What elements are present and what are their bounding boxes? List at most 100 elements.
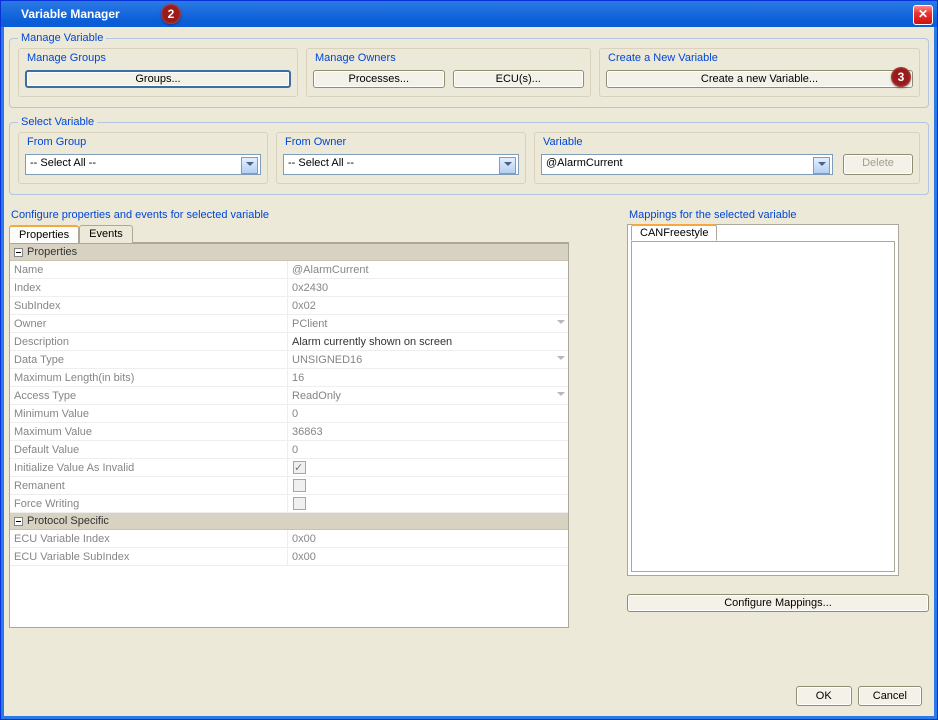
property-key: Remanent	[10, 477, 288, 494]
property-row: Index0x2430	[10, 279, 568, 297]
groups-button[interactable]: Groups...	[25, 70, 291, 88]
property-key: Force Writing	[10, 495, 288, 512]
from-group-combo[interactable]: -- Select All --	[25, 154, 261, 175]
property-key: Data Type	[10, 351, 288, 368]
property-key: Name	[10, 261, 288, 278]
property-row: Data TypeUNSIGNED16	[10, 351, 568, 369]
property-value[interactable]: UNSIGNED16	[288, 351, 568, 368]
from-owner-label: From Owner	[283, 136, 348, 148]
property-value: 0	[288, 405, 568, 422]
property-value: 0x2430	[288, 279, 568, 296]
property-row: ECU Variable SubIndex0x00	[10, 548, 568, 566]
collapse-icon[interactable]	[14, 517, 23, 526]
manage-groups-subgroup: Manage Groups Groups...	[18, 48, 298, 97]
property-row: Maximum Value36863	[10, 423, 568, 441]
property-key: Access Type	[10, 387, 288, 404]
property-key: Index	[10, 279, 288, 296]
ok-button[interactable]: OK	[796, 686, 852, 706]
variable-value: @AlarmCurrent	[546, 157, 623, 169]
create-variable-button[interactable]: Create a new Variable...	[606, 70, 913, 88]
property-value: @AlarmCurrent	[288, 261, 568, 278]
property-key: Initialize Value As Invalid	[10, 459, 288, 476]
property-value[interactable]	[288, 495, 568, 512]
property-key: Description	[10, 333, 288, 350]
chevron-down-icon	[504, 162, 512, 166]
property-value[interactable]	[288, 459, 568, 476]
property-row: Remanent	[10, 477, 568, 495]
property-key: ECU Variable Index	[10, 530, 288, 547]
from-owner-value: -- Select All --	[288, 157, 354, 169]
property-row: SubIndex0x02	[10, 297, 568, 315]
manage-owners-label: Manage Owners	[313, 52, 398, 64]
checkbox-icon[interactable]	[293, 479, 306, 492]
create-variable-subgroup: Create a New Variable Create a new Varia…	[599, 48, 920, 97]
property-row: Default Value0	[10, 441, 568, 459]
create-variable-label: Create a New Variable	[606, 52, 720, 64]
checkbox-icon[interactable]	[293, 461, 306, 474]
close-icon[interactable]: ✕	[913, 5, 933, 25]
property-row: Name@AlarmCurrent	[10, 261, 568, 279]
mappings-title: Mappings for the selected variable	[629, 209, 929, 221]
config-title: Configure properties and events for sele…	[11, 209, 609, 221]
property-key: Maximum Value	[10, 423, 288, 440]
property-value: 0x00	[288, 530, 568, 547]
checkbox-icon[interactable]	[293, 497, 306, 510]
mappings-box: CANFreestyle	[627, 224, 899, 576]
select-variable-legend: Select Variable	[18, 116, 97, 128]
processes-button[interactable]: Processes...	[313, 70, 445, 88]
from-group-label: From Group	[25, 136, 88, 148]
manage-groups-label: Manage Groups	[25, 52, 108, 64]
manage-variable-group: Manage Variable Manage Groups Groups... …	[9, 32, 929, 108]
property-value: 16	[288, 369, 568, 386]
property-row: Initialize Value As Invalid	[10, 459, 568, 477]
manage-owners-subgroup: Manage Owners Processes... ECU(s)...	[306, 48, 591, 97]
variable-label: Variable	[541, 136, 585, 148]
protocol-section-title: Protocol Specific	[27, 515, 109, 527]
from-owner-combo[interactable]: -- Select All --	[283, 154, 519, 175]
property-value: 0x00	[288, 548, 568, 565]
from-group-value: -- Select All --	[30, 157, 96, 169]
from-owner-subgroup: From Owner -- Select All --	[276, 132, 526, 184]
property-row: Minimum Value0	[10, 405, 568, 423]
property-value[interactable]	[288, 477, 568, 494]
from-group-subgroup: From Group -- Select All --	[18, 132, 268, 184]
configure-mappings-button[interactable]: Configure Mappings...	[627, 594, 929, 612]
cancel-button[interactable]: Cancel	[858, 686, 922, 706]
titlebar: Variable Manager 2 ✕	[1, 1, 937, 27]
property-value[interactable]: ReadOnly	[288, 387, 568, 404]
property-value: 0	[288, 441, 568, 458]
property-key: Maximum Length(in bits)	[10, 369, 288, 386]
property-key: SubIndex	[10, 297, 288, 314]
property-row: DescriptionAlarm currently shown on scre…	[10, 333, 568, 351]
property-key: Default Value	[10, 441, 288, 458]
props-section-title: Properties	[27, 246, 77, 258]
step-badge-2: 2	[161, 4, 181, 24]
props-section-header[interactable]: Properties	[10, 244, 568, 261]
property-row: OwnerPClient	[10, 315, 568, 333]
config-tabs: Properties Events	[9, 224, 569, 243]
window-title: Variable Manager	[21, 7, 120, 21]
property-row: Maximum Length(in bits)16	[10, 369, 568, 387]
delete-button[interactable]: Delete	[843, 154, 913, 175]
property-row: Force Writing	[10, 495, 568, 513]
tab-canfreestyle[interactable]: CANFreestyle	[631, 224, 717, 241]
collapse-icon[interactable]	[14, 248, 23, 257]
protocol-section-header[interactable]: Protocol Specific	[10, 513, 568, 530]
property-value[interactable]: Alarm currently shown on screen	[288, 333, 568, 350]
property-key: Minimum Value	[10, 405, 288, 422]
tab-properties[interactable]: Properties	[9, 225, 79, 243]
mappings-list	[631, 241, 895, 572]
tab-events[interactable]: Events	[79, 225, 133, 243]
manage-variable-legend: Manage Variable	[18, 32, 106, 44]
property-value[interactable]: PClient	[288, 315, 568, 332]
ecus-button[interactable]: ECU(s)...	[453, 70, 585, 88]
variable-subgroup: Variable @AlarmCurrent Delete	[534, 132, 920, 184]
step-badge-3: 3	[891, 67, 911, 87]
property-row: Access TypeReadOnly	[10, 387, 568, 405]
property-value: 36863	[288, 423, 568, 440]
variable-combo[interactable]: @AlarmCurrent	[541, 154, 833, 175]
property-row: ECU Variable Index0x00	[10, 530, 568, 548]
property-key: Owner	[10, 315, 288, 332]
chevron-down-icon	[818, 162, 826, 166]
chevron-down-icon	[246, 162, 254, 166]
